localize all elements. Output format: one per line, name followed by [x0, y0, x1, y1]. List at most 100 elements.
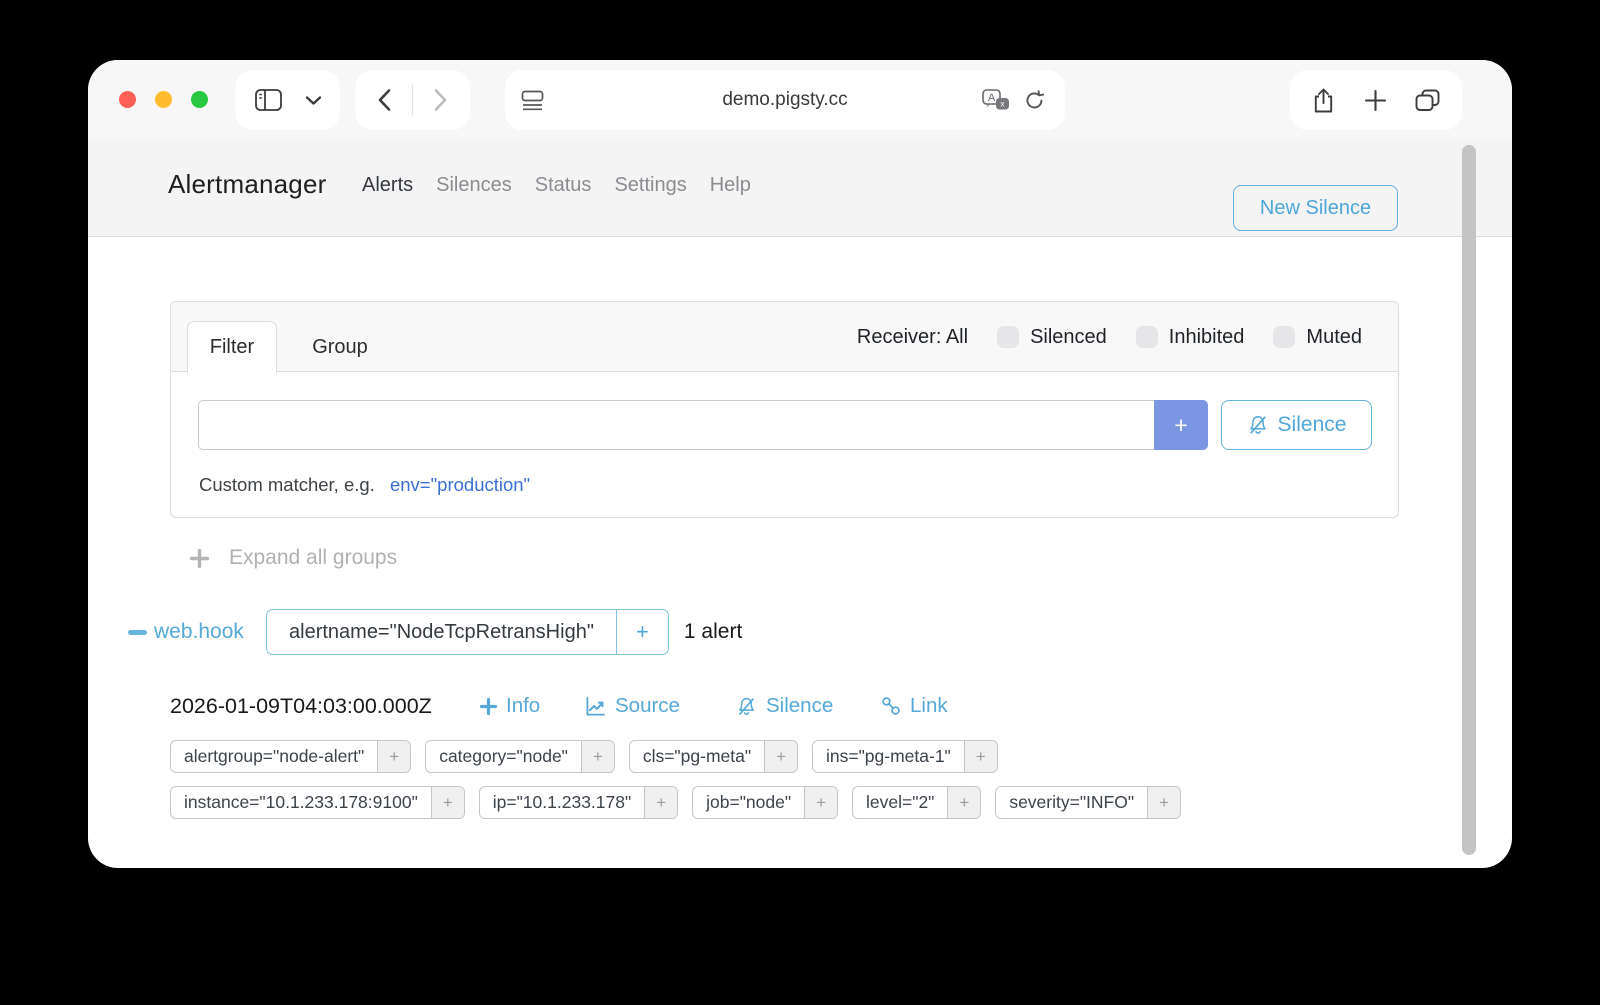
label-chip-category: category="node"+ — [425, 740, 615, 773]
filter-card-body: + Silence Custom matcher, e.g. env="prod… — [171, 372, 1398, 518]
source-label: Source — [615, 694, 680, 718]
back-icon[interactable] — [377, 88, 391, 112]
label-chip-level: level="2"+ — [852, 786, 981, 819]
label-add-button[interactable]: + — [377, 741, 410, 772]
filter-card-header: Filter Group Receiver: All Silenced Inhi… — [171, 302, 1398, 372]
chart-icon — [585, 696, 606, 717]
silenced-label: Silenced — [1030, 326, 1107, 349]
reload-icon[interactable] — [1024, 90, 1045, 111]
bell-slash-icon — [736, 696, 757, 717]
close-window-button[interactable] — [119, 91, 136, 108]
matcher-input[interactable] — [198, 400, 1154, 450]
share-icon[interactable] — [1312, 87, 1335, 114]
alertmanager-navbar: Alertmanager Alerts Silences Status Sett… — [88, 140, 1512, 237]
label-text: cls="pg-meta" — [630, 741, 764, 772]
label-text: category="node" — [426, 741, 581, 772]
group-receiver-link[interactable]: web.hook — [154, 620, 266, 644]
forward-icon[interactable] — [434, 88, 448, 112]
toolbar-actions-group — [1290, 70, 1462, 130]
main-nav: Alerts Silences Status Settings Help — [362, 174, 751, 197]
label-add-button[interactable]: + — [644, 787, 677, 818]
chevron-down-icon[interactable] — [305, 95, 322, 106]
zoom-window-button[interactable] — [191, 91, 208, 108]
silence-button[interactable]: Silence — [1221, 400, 1372, 450]
new-silence-button[interactable]: New Silence — [1233, 185, 1398, 231]
alert-count: 1 alert — [684, 620, 742, 644]
hint-example-link[interactable]: env="production" — [390, 474, 530, 495]
muted-label: Muted — [1306, 326, 1362, 349]
label-text: job="node" — [693, 787, 804, 818]
label-text: ip="10.1.233.178" — [480, 787, 644, 818]
inhibited-checkbox[interactable] — [1136, 326, 1158, 348]
nav-item-alerts[interactable]: Alerts — [362, 174, 413, 197]
alert-row: 2026-01-09T04:03:00.000Z Info Source Sil… — [170, 691, 480, 721]
link-label: Link — [910, 694, 948, 718]
label-add-button[interactable]: + — [964, 741, 997, 772]
add-matcher-button[interactable]: + — [1154, 400, 1208, 450]
group-matcher-text: alertname="NodeTcpRetransHigh" — [267, 610, 616, 654]
plus-icon — [190, 549, 209, 568]
alert-link-button[interactable]: Link — [881, 694, 948, 718]
tab-overview-icon[interactable] — [1415, 89, 1440, 112]
info-label: Info — [506, 694, 540, 718]
bell-slash-icon — [1247, 414, 1269, 436]
label-add-button[interactable]: + — [1147, 787, 1180, 818]
muted-checkbox[interactable] — [1273, 326, 1295, 348]
sidebar-icon[interactable] — [255, 89, 282, 111]
url-text[interactable]: demo.pigsty.cc — [505, 89, 1065, 111]
matcher-hint: Custom matcher, e.g. env="production" — [199, 474, 530, 496]
alert-labels-row-2: instance="10.1.233.178:9100"+ ip="10.1.2… — [170, 786, 1181, 819]
label-text: severity="INFO" — [996, 787, 1147, 818]
label-add-button[interactable]: + — [804, 787, 837, 818]
label-chip-cls: cls="pg-meta"+ — [629, 740, 798, 773]
tab-group[interactable]: Group — [287, 321, 393, 373]
address-bar[interactable]: demo.pigsty.cc Ax — [505, 70, 1065, 130]
minimize-window-button[interactable] — [155, 91, 172, 108]
label-chip-ins: ins="pg-meta-1"+ — [812, 740, 998, 773]
silence-label: Silence — [766, 694, 833, 718]
label-add-button[interactable]: + — [764, 741, 797, 772]
alert-labels-row-1: alertgroup="node-alert"+ category="node"… — [170, 740, 998, 773]
nav-item-help[interactable]: Help — [710, 174, 751, 197]
expand-all-groups-button[interactable]: Expand all groups — [190, 546, 397, 570]
nav-item-settings[interactable]: Settings — [614, 174, 686, 197]
page-scrollbar[interactable] — [1462, 145, 1476, 855]
sidebar-toolbar-group — [235, 70, 340, 130]
alert-source-button[interactable]: Source — [585, 694, 680, 718]
receiver-label[interactable]: Receiver: All — [857, 326, 968, 349]
group-matcher-add-button[interactable]: + — [616, 610, 668, 654]
app-brand[interactable]: Alertmanager — [168, 169, 326, 200]
svg-text:A: A — [988, 92, 996, 104]
browser-toolbar: demo.pigsty.cc Ax — [88, 60, 1512, 140]
label-add-button[interactable]: + — [947, 787, 980, 818]
nav-item-silences[interactable]: Silences — [436, 174, 512, 197]
label-text: ins="pg-meta-1" — [813, 741, 964, 772]
collapse-group-icon[interactable] — [128, 630, 147, 635]
label-text: alertgroup="node-alert" — [171, 741, 377, 772]
label-text: level="2" — [853, 787, 947, 818]
translate-icon[interactable]: Ax — [982, 89, 1010, 112]
tab-filter[interactable]: Filter — [187, 321, 277, 373]
browser-window: demo.pigsty.cc Ax Alertmanager — [88, 60, 1512, 868]
alert-info-button[interactable]: Info — [480, 694, 540, 718]
new-tab-icon[interactable] — [1364, 89, 1387, 112]
label-add-button[interactable]: + — [431, 787, 464, 818]
toolbar-divider — [412, 84, 413, 116]
label-chip-ip: ip="10.1.233.178"+ — [479, 786, 678, 819]
filter-card: Filter Group Receiver: All Silenced Inhi… — [170, 301, 1399, 518]
checkbox-group-silenced: Silenced — [997, 326, 1107, 349]
nav-item-status[interactable]: Status — [535, 174, 592, 197]
label-text: instance="10.1.233.178:9100" — [171, 787, 431, 818]
silenced-checkbox[interactable] — [997, 326, 1019, 348]
expand-all-groups-label: Expand all groups — [229, 546, 397, 570]
hint-text: Custom matcher, e.g. — [199, 474, 375, 495]
alert-timestamp: 2026-01-09T04:03:00.000Z — [170, 694, 480, 719]
label-chip-job: job="node"+ — [692, 786, 838, 819]
checkbox-group-muted: Muted — [1273, 326, 1362, 349]
checkbox-group-inhibited: Inhibited — [1136, 326, 1245, 349]
alert-silence-button[interactable]: Silence — [736, 694, 833, 718]
label-add-button[interactable]: + — [581, 741, 614, 772]
label-chip-severity: severity="INFO"+ — [995, 786, 1181, 819]
link-icon — [881, 696, 901, 716]
alert-group-row: web.hook alertname="NodeTcpRetransHigh" … — [128, 609, 742, 655]
